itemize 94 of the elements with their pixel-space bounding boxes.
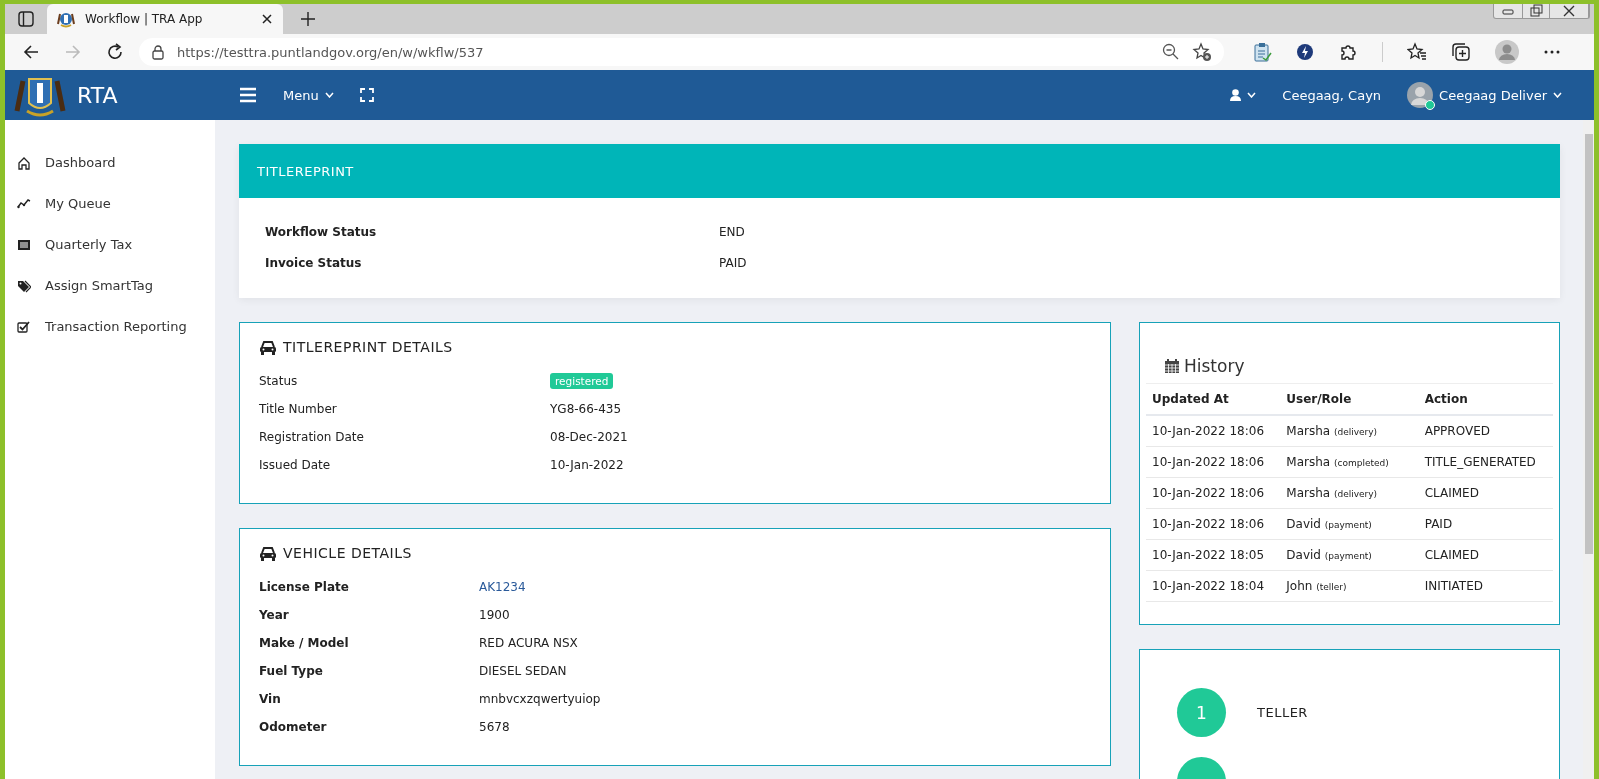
field-label: Year xyxy=(259,608,290,622)
table-cell: David (payment) xyxy=(1280,508,1419,540)
card-title: History xyxy=(1184,356,1245,376)
field-label: Vin xyxy=(259,692,282,706)
tags-icon xyxy=(17,278,31,293)
trend-line-icon xyxy=(17,196,31,211)
column-header: User/Role xyxy=(1280,383,1419,415)
sidebar-item[interactable]: Assign SmartTag xyxy=(5,265,215,306)
table-cell: PAID xyxy=(1418,508,1553,540)
table-cell: INITIATED xyxy=(1418,570,1553,602)
table-cell: 10-Jan-2022 18:05 xyxy=(1146,539,1281,571)
column-header: Action xyxy=(1418,383,1553,415)
step-label: TELLER xyxy=(1257,705,1308,720)
sidebar-toggle-icon[interactable] xyxy=(18,11,34,27)
step-number: 1 xyxy=(1177,688,1226,737)
plate-link[interactable]: AK1234 xyxy=(479,580,526,594)
favorites-icon[interactable] xyxy=(1407,42,1427,62)
list-icon xyxy=(17,237,31,252)
profile-dropdown[interactable]: Ceegaag Deliver xyxy=(1403,78,1566,112)
column-header: Updated At xyxy=(1146,383,1281,415)
chevron-down-icon xyxy=(1247,92,1257,98)
table-cell: Marsha (delivery) xyxy=(1280,415,1419,447)
close-icon[interactable] xyxy=(261,13,273,25)
chevron-down-icon xyxy=(324,92,334,98)
field-value: 08-Dec-2021 xyxy=(550,430,628,444)
table-cell: TITLE_GENERATED xyxy=(1418,446,1553,478)
sidebar-item[interactable]: My Queue xyxy=(5,183,215,224)
scrollbar-thumb[interactable] xyxy=(1584,134,1593,554)
home-icon xyxy=(17,155,31,170)
sidebar-item[interactable]: Dashboard xyxy=(5,142,215,183)
card-title: VEHICLE DETAILS xyxy=(283,545,412,561)
field-label: Make / Model xyxy=(259,636,350,650)
table-cell: 10-Jan-2022 18:04 xyxy=(1146,570,1281,602)
address-field[interactable]: https://testtra.puntlandgov.org/en/w/wkflw/537 xyxy=(139,38,1224,66)
sidebar-item[interactable]: Quarterly Tax xyxy=(5,224,215,265)
user-icon xyxy=(1230,89,1242,101)
field-value: RED ACURA NSX xyxy=(479,636,578,650)
field-value: YG8-66-435 xyxy=(550,402,622,416)
clipboard-icon[interactable] xyxy=(1252,42,1272,62)
table-cell: David (payment) xyxy=(1280,539,1419,571)
lock-icon xyxy=(151,44,165,60)
table-cell: APPROVED xyxy=(1418,415,1553,447)
field-value: 10-Jan-2022 xyxy=(550,458,624,472)
field-value: PAID xyxy=(719,255,747,270)
table-cell: 10-Jan-2022 18:06 xyxy=(1146,508,1281,540)
avatar xyxy=(1407,82,1434,108)
field-value: END xyxy=(719,224,745,239)
field-label: Issued Date xyxy=(259,458,332,472)
sidebar-item[interactable]: Transaction Reporting xyxy=(5,306,215,347)
field-label: Status xyxy=(259,374,299,388)
emblem-icon xyxy=(57,10,75,28)
table-cell: 10-Jan-2022 18:06 xyxy=(1146,415,1281,447)
chevron-down-icon xyxy=(1553,92,1562,98)
field-value: 1900 xyxy=(479,608,510,622)
table-cell: CLAIMED xyxy=(1418,539,1553,571)
field-value: 5678 xyxy=(479,720,510,734)
field-label: Registration Date xyxy=(259,430,365,444)
new-tab-icon[interactable] xyxy=(300,11,316,27)
field-label: Odometer xyxy=(259,720,328,734)
table-cell: CLAIMED xyxy=(1418,477,1553,509)
browser-tab[interactable]: Workflow | TRA App xyxy=(47,4,283,34)
table-cell: Marsha (completed) xyxy=(1280,446,1419,478)
table-cell: 10-Jan-2022 18:06 xyxy=(1146,477,1281,509)
brand-name: RTA xyxy=(77,82,118,108)
puzzle-icon[interactable] xyxy=(1338,42,1358,62)
extension-icon[interactable] xyxy=(1296,43,1314,61)
calendar-icon xyxy=(1164,358,1180,374)
workflow-title-bar: TITLEREPRINT xyxy=(239,144,1560,198)
checkbox-icon xyxy=(17,319,31,334)
forward-icon xyxy=(64,43,82,61)
card-title: TITLEREPRINT DETAILS xyxy=(283,339,453,355)
field-label: Fuel Type xyxy=(259,664,324,678)
menu-dropdown[interactable]: Menu xyxy=(279,83,338,107)
menu-icon[interactable] xyxy=(239,87,257,103)
profile-icon[interactable] xyxy=(1495,40,1519,64)
car-icon xyxy=(259,339,277,355)
field-value: mnbvcxzqwertyuiop xyxy=(479,692,601,706)
refresh-icon[interactable] xyxy=(106,43,124,61)
field-label: Title Number xyxy=(259,402,338,416)
field-label: Workflow Status xyxy=(265,224,378,239)
table-cell: Marsha (delivery) xyxy=(1280,477,1419,509)
car-icon xyxy=(259,545,277,561)
fullscreen-icon[interactable] xyxy=(359,88,374,102)
user-name: Ceegaag, Cayn xyxy=(1282,87,1382,103)
field-value: DIESEL SEDAN xyxy=(479,664,567,678)
collections-icon[interactable] xyxy=(1451,42,1471,62)
back-icon[interactable] xyxy=(22,43,40,61)
field-label: Invoice Status xyxy=(265,255,363,270)
add-favorite-icon[interactable] xyxy=(1192,42,1212,62)
zoom-out-icon[interactable] xyxy=(1162,43,1180,61)
status-badge: registered xyxy=(550,373,614,389)
table-cell: John (teller) xyxy=(1280,570,1419,602)
table-cell: 10-Jan-2022 18:06 xyxy=(1146,446,1281,478)
field-label: License Plate xyxy=(259,580,350,594)
